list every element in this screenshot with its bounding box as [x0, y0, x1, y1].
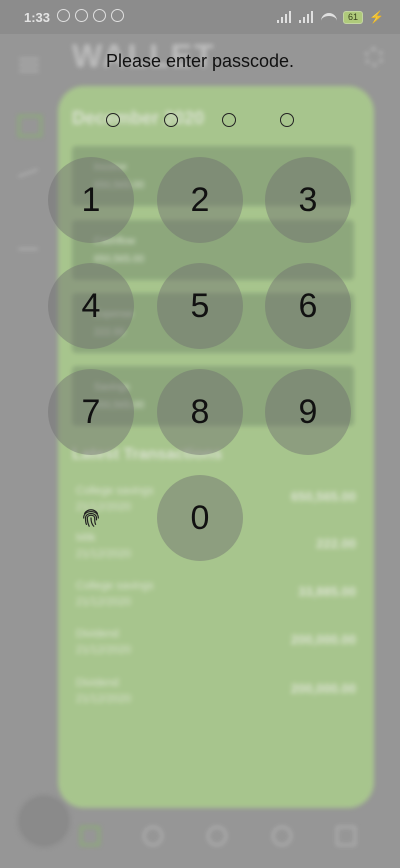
- key-9[interactable]: 9: [265, 369, 351, 455]
- passcode-dot: [164, 113, 178, 127]
- key-2[interactable]: 2: [157, 157, 243, 243]
- key-7[interactable]: 7: [48, 369, 134, 455]
- passcode-dot: [280, 113, 294, 127]
- passcode-dot: [106, 113, 120, 127]
- passcode-overlay: Please enter passcode. 1 2 3 4 5 6 7 8 9…: [0, 0, 400, 868]
- key-4[interactable]: 4: [48, 263, 134, 349]
- passcode-prompt: Please enter passcode.: [105, 51, 295, 71]
- key-8[interactable]: 8: [157, 369, 243, 455]
- key-0[interactable]: 0: [157, 475, 243, 561]
- key-5[interactable]: 5: [157, 263, 243, 349]
- key-1[interactable]: 1: [48, 157, 134, 243]
- key-3[interactable]: 3: [265, 157, 351, 243]
- passcode-dot: [222, 113, 236, 127]
- key-6[interactable]: 6: [265, 263, 351, 349]
- fingerprint-icon[interactable]: [80, 507, 102, 529]
